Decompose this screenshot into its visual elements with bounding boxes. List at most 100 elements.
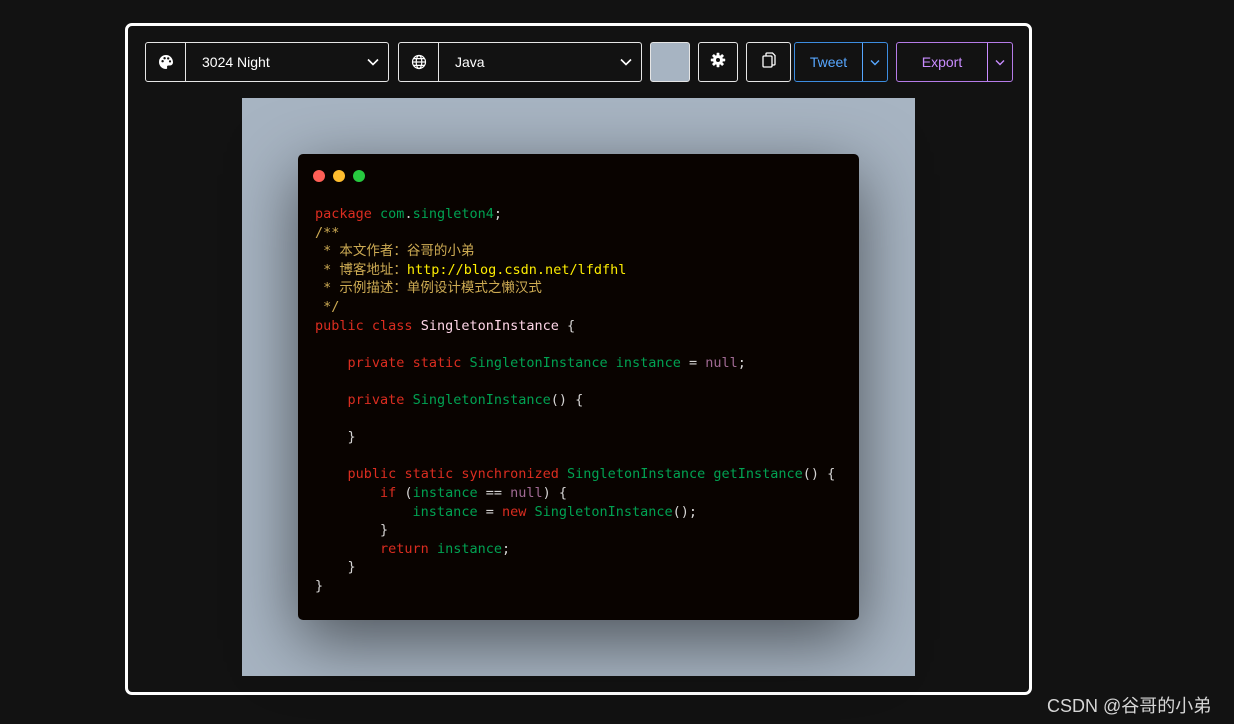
- copy-icon: [761, 51, 776, 73]
- copy-button[interactable]: [746, 42, 791, 82]
- code-token: ==: [477, 484, 511, 501]
- code-line: private static SingletonInstance instanc…: [315, 354, 835, 373]
- code-token: }: [315, 559, 356, 576]
- code-token: if: [380, 484, 397, 501]
- code-line: */: [315, 298, 835, 317]
- minimize-dot: [333, 170, 345, 182]
- code-token: SingletonInstance: [469, 354, 608, 371]
- code-token: =: [680, 354, 706, 371]
- code-token: SingletonInstance: [420, 317, 559, 334]
- tweet-button[interactable]: Tweet: [795, 43, 862, 81]
- code-line: }: [315, 577, 835, 596]
- code-token: public: [315, 317, 364, 334]
- code-token: ;: [501, 540, 511, 557]
- code-token: synchronized: [461, 466, 559, 483]
- export-button[interactable]: Export: [897, 43, 987, 81]
- background-color-picker[interactable]: [650, 42, 690, 82]
- code-token: * 博客地址：: [315, 261, 407, 278]
- code-token: null: [705, 354, 738, 371]
- tweet-options-button[interactable]: [862, 43, 887, 81]
- code-line: if (instance == null) {: [315, 484, 835, 503]
- code-token: /**: [315, 224, 340, 241]
- code-token: instance: [436, 540, 502, 557]
- watermark: CSDN @谷哥的小弟: [1047, 696, 1212, 716]
- code-token: private: [347, 391, 405, 408]
- code-token: {: [558, 317, 576, 334]
- code-token: public: [347, 466, 397, 483]
- code-token: (: [396, 484, 413, 501]
- code-line: return instance;: [315, 540, 835, 559]
- code-token: () {: [550, 391, 584, 408]
- code-line: }: [315, 521, 835, 540]
- code-token: instance: [412, 503, 478, 520]
- code-token: static: [404, 466, 454, 483]
- code-line: * 博客地址：http://blog.csdn.net/lfdfhl: [315, 261, 835, 280]
- code-token: }: [315, 577, 324, 594]
- code-window: package com.singleton4;/** * 本文作者：谷哥的小弟 …: [298, 154, 859, 620]
- code-token: }: [315, 429, 356, 446]
- code-editor[interactable]: package com.singleton4;/** * 本文作者：谷哥的小弟 …: [315, 205, 835, 595]
- theme-dropdown[interactable]: 3024 Night: [145, 42, 389, 82]
- language-label: Java: [455, 54, 485, 70]
- code-token: * 本文作者：谷哥的小弟: [315, 243, 475, 260]
- code-token: ;: [493, 206, 502, 222]
- tweet-split-button: Tweet: [794, 42, 888, 82]
- code-token: instance: [615, 354, 681, 371]
- code-token: return: [380, 540, 429, 557]
- code-line: public class SingletonInstance {: [315, 317, 835, 336]
- code-token: .: [404, 206, 413, 222]
- code-token: */: [315, 298, 340, 315]
- settings-button[interactable]: [698, 42, 738, 82]
- maximize-dot: [353, 170, 365, 182]
- code-token: http://blog.csdn.net/lfdfhl: [406, 261, 627, 278]
- code-line: * 示例描述：单例设计模式之懒汉式: [315, 279, 835, 298]
- theme-label: 3024 Night: [202, 54, 270, 70]
- code-token: =: [477, 503, 502, 520]
- code-line: /**: [315, 224, 835, 243]
- code-line: public static synchronized SingletonInst…: [315, 465, 836, 484]
- code-token: static: [412, 354, 462, 371]
- code-line: }: [315, 428, 835, 447]
- code-line: package com.singleton4;: [315, 205, 835, 224]
- app-frame: 3024 Night Java Tweet Export package com…: [125, 23, 1032, 695]
- code-line: private SingletonInstance() {: [315, 391, 835, 410]
- export-split-button: Export: [896, 42, 1013, 82]
- code-token: getInstance: [713, 466, 803, 483]
- language-dropdown[interactable]: Java: [398, 42, 642, 82]
- chevron-down-icon: [611, 58, 641, 66]
- code-token: null: [510, 484, 543, 501]
- code-token: class: [371, 317, 413, 334]
- toolbar: 3024 Night Java Tweet Export: [145, 42, 1014, 82]
- code-token: new: [501, 503, 527, 520]
- globe-icon: [399, 43, 439, 81]
- export-options-button[interactable]: [987, 43, 1012, 81]
- code-token: com: [380, 206, 405, 222]
- window-controls: [313, 170, 365, 182]
- code-image-canvas: package com.singleton4;/** * 本文作者：谷哥的小弟 …: [242, 98, 915, 676]
- code-token: SingletonInstance: [534, 503, 673, 520]
- code-token: instance: [412, 484, 478, 501]
- code-line: instance = new SingletonInstance();: [315, 503, 835, 522]
- chevron-down-icon: [870, 59, 880, 65]
- code-token: package: [315, 206, 372, 222]
- code-line: }: [315, 558, 835, 577]
- code-token: singleton4: [412, 206, 494, 222]
- chevron-down-icon: [995, 59, 1005, 65]
- palette-icon: [146, 43, 186, 81]
